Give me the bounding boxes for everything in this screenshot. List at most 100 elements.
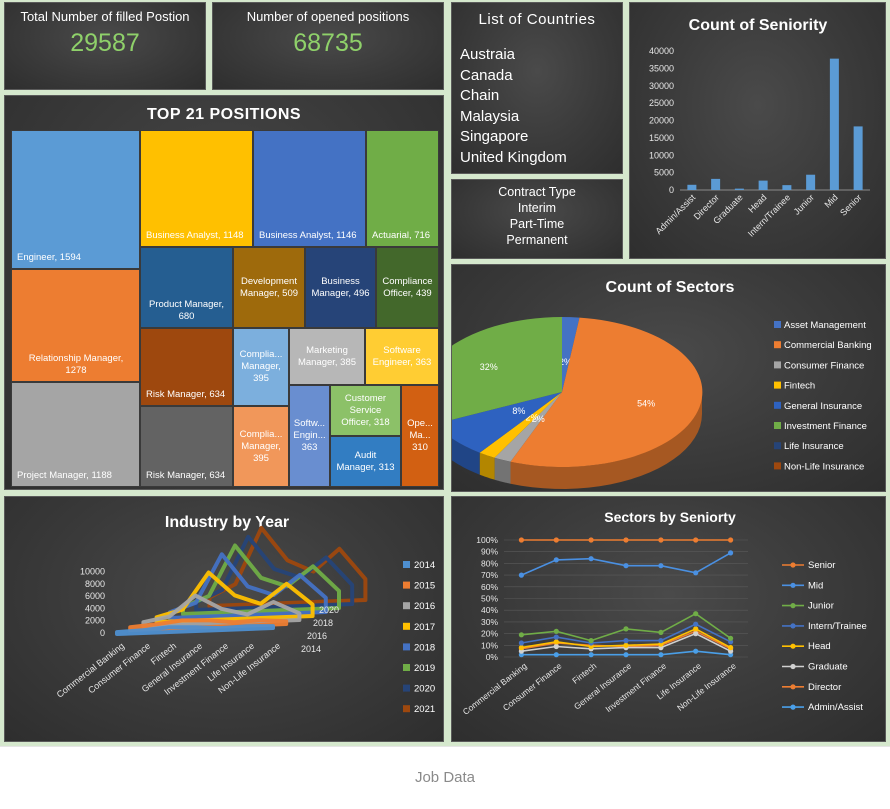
countries-list: Austraia Canada Chain Malaysia Singapore… — [460, 45, 567, 169]
line-point — [693, 631, 699, 637]
legend-marker — [790, 562, 796, 568]
country-item[interactable]: Austraia — [460, 45, 567, 66]
depth-tick-label: 2014 — [301, 644, 321, 654]
treemap-tile[interactable]: Relationship Manager, 1278 — [11, 269, 140, 382]
bar — [806, 174, 816, 190]
treemap-tile[interactable]: Software Engineer, 363 — [365, 328, 439, 385]
legend-label: Graduate — [808, 662, 848, 673]
country-item[interactable]: Malaysia — [460, 107, 567, 128]
legend-label: 2020 — [414, 684, 435, 695]
y-tick-label: 6000 — [85, 591, 105, 601]
legend-label: Asset Management — [784, 320, 866, 331]
treemap-tile[interactable]: Risk Manager, 634 — [140, 328, 233, 406]
industry-chart-title: Industry by Year — [165, 514, 289, 531]
sectors-chart: Count of Sectors 2%54%2%2%8%32%Asset Man… — [452, 279, 872, 489]
treemap-tile-label: Audit Manager, 313 — [336, 449, 395, 473]
positions-chart-title: TOP 21 POSITIONS — [146, 106, 302, 123]
line-point — [658, 652, 664, 658]
country-item[interactable]: Chain — [460, 86, 567, 107]
treemap-tile-label: Relationship Manager, 1278 — [28, 353, 124, 376]
treemap-tile[interactable]: Ope... Ma... 310 — [401, 385, 439, 487]
bar — [734, 188, 744, 190]
legend-label: Mid — [808, 580, 823, 591]
depth-tick-label: 2020 — [319, 605, 339, 615]
treemap-tile-label: Software Engineer, 363 — [372, 344, 432, 368]
kpi-opened-label: Number of opened positions — [246, 9, 410, 24]
legend-marker — [790, 582, 796, 588]
y-tick-label: 50% — [481, 594, 498, 604]
treemap-tile[interactable]: Marketing Manager, 385 — [289, 328, 365, 385]
legend-swatch — [774, 341, 781, 349]
line-point — [588, 638, 594, 644]
treemap-tile[interactable]: Softw... Engin... 363 — [289, 385, 330, 487]
treemap-tile-label: Product Manager, 680 — [149, 299, 224, 322]
line-point — [728, 635, 734, 641]
x-tick-label: Junior — [792, 192, 816, 216]
treemap-tile[interactable]: Customer Service Officer, 318 — [330, 385, 401, 436]
countries-card: List of Countries Austraia Canada Chain … — [451, 2, 623, 174]
country-item[interactable]: United Kingdom — [460, 148, 567, 169]
y-tick-label: 15000 — [649, 133, 674, 143]
kpi-opened-value: 68735 — [293, 29, 363, 57]
line-point — [623, 652, 629, 658]
line-point — [658, 638, 664, 644]
contract-item[interactable]: Part-Time — [452, 216, 622, 232]
x-tick-label: Non-Life Insurance — [675, 661, 738, 713]
x-tick-label: Investment Finance — [603, 661, 668, 715]
treemap-tile-label: Business Analyst, 1148 — [146, 230, 244, 241]
line-point — [728, 645, 734, 651]
treemap-tile[interactable]: Product Manager, 680 — [140, 247, 233, 328]
legend-swatch — [403, 581, 410, 589]
line-point — [693, 621, 699, 627]
depth-tick-label: 2016 — [307, 631, 327, 641]
treemap-tile[interactable]: Risk Manager, 634 — [140, 406, 233, 487]
treemap-tile[interactable]: Actuarial, 716 — [366, 130, 439, 247]
line-point — [623, 537, 629, 543]
legend-swatch — [403, 684, 410, 692]
contract-item[interactable]: Interim — [452, 200, 622, 216]
bar — [782, 185, 792, 190]
treemap-tile[interactable]: Audit Manager, 313 — [330, 436, 401, 487]
legend-swatch — [774, 381, 781, 389]
line-point — [518, 537, 524, 543]
legend-swatch — [774, 442, 781, 450]
line-point — [588, 556, 594, 562]
legend-label: Head — [808, 641, 831, 652]
legend-label: Director — [808, 682, 841, 693]
treemap-tile-label: Risk Manager, 634 — [146, 389, 226, 400]
kpi-filled-value: 29587 — [70, 29, 140, 57]
treemap-tile[interactable]: Business Analyst, 1146 — [253, 130, 366, 247]
legend-swatch — [403, 602, 410, 610]
kpi-opened-card: Number of opened positions 68735 — [212, 2, 444, 90]
treemap-tile[interactable]: Complia... Manager, 395 — [233, 328, 289, 406]
legend-label: 2015 — [414, 581, 435, 592]
treemap-tile-label: Business Analyst, 1146 — [259, 230, 357, 241]
contract-card: Contract Type Interim Part-Time Permanen… — [451, 179, 623, 259]
line-point — [693, 537, 699, 543]
y-tick-label: 100% — [476, 535, 498, 545]
treemap-tile[interactable]: Project Manager, 1188 — [11, 382, 140, 487]
treemap-tile[interactable]: Compliance Officer, 439 — [376, 247, 439, 328]
country-item[interactable]: Singapore — [460, 127, 567, 148]
dashboard: Total Number of filled Postion 29587 Num… — [0, 0, 890, 746]
sector-seniority-chart-card: Sectors by Seniorty 0% 10% 20% 30% 40% 50% 60%… — [451, 496, 886, 742]
y-tick-label: 0 — [100, 628, 105, 638]
industry-chart-card: Industry by Year 0 2000 4000 6000 8000 10000 C… — [4, 496, 444, 742]
treemap-tile[interactable]: Development Manager, 509 — [233, 247, 305, 328]
legend-marker — [790, 603, 796, 609]
legend-label: Investment Finance — [784, 421, 867, 432]
contract-item[interactable]: Permanent — [452, 232, 622, 248]
y-tick-label: 25000 — [649, 98, 674, 108]
treemap-tile[interactable]: Business Analyst, 1148 — [140, 130, 253, 247]
y-tick-label: 80% — [481, 558, 498, 568]
legend-label: 2017 — [414, 622, 435, 633]
line-point — [658, 563, 664, 569]
countries-title: List of Countries — [478, 11, 596, 28]
treemap-tile-label: Business Manager, 496 — [311, 275, 370, 299]
treemap-tile[interactable]: Business Manager, 496 — [305, 247, 376, 328]
treemap-tile[interactable]: Engineer, 1594 — [11, 130, 140, 269]
country-item[interactable]: Canada — [460, 66, 567, 87]
treemap-tile[interactable]: Complia... Manager, 395 — [233, 406, 289, 487]
legend-marker — [790, 623, 796, 629]
bar — [758, 180, 768, 190]
